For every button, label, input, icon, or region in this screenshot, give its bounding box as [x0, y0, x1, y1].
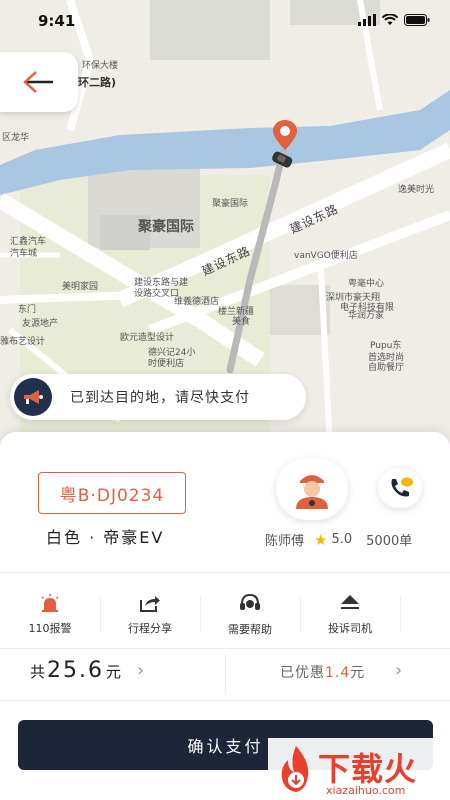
- status-bar: 9:41: [0, 0, 450, 44]
- arrived-text: 已到达目的地，请尽快支付: [70, 390, 250, 406]
- map-label: 东门: [18, 305, 37, 315]
- divider: [0, 700, 450, 701]
- map-label: 聚豪国际: [212, 199, 249, 209]
- action-label: 需要帮助: [228, 623, 272, 636]
- driver-orders: 5000单: [366, 534, 413, 549]
- phone-icon: [391, 477, 413, 497]
- discount-unit: 元: [350, 665, 366, 681]
- total-fare-button[interactable]: 共 25.6 元: [30, 658, 121, 683]
- action-alarm-button[interactable]: 110报警: [0, 584, 100, 646]
- map-label: 美食: [232, 317, 251, 327]
- action-label: 110报警: [28, 622, 72, 635]
- license-plate: 粤B·DJ0234: [38, 472, 186, 514]
- map-label: 自助餐厅: [368, 363, 405, 373]
- driver-avatar-icon: [296, 475, 328, 509]
- back-arrow-icon: [23, 71, 53, 93]
- headset-icon: [240, 593, 260, 610]
- battery-icon: [404, 14, 430, 26]
- fare-amount: 25.6: [47, 658, 104, 683]
- driver-rating: 5.0: [331, 532, 353, 547]
- map-label: 时便利店: [148, 359, 185, 369]
- status-icons: [358, 14, 430, 26]
- megaphone-icon: [14, 378, 52, 416]
- status-time: 9:41: [38, 12, 76, 30]
- star-icon: ★: [314, 530, 328, 549]
- complaint-icon: [341, 595, 359, 609]
- discount-prefix: 已优惠: [280, 665, 325, 681]
- back-button[interactable]: [0, 52, 78, 112]
- discount-amount: 1.4: [325, 665, 351, 681]
- action-help-button[interactable]: 需要帮助: [200, 584, 300, 646]
- map-label: 粤毫中心: [348, 279, 385, 289]
- action-label: 投诉司机: [328, 622, 372, 635]
- action-bar: 110报警 行程分享 需要帮助 投诉司机: [0, 584, 450, 646]
- map-label: 友源地产: [22, 319, 59, 329]
- fare-row: 共 25.6 元 › 已优惠 1.4 元 ›: [0, 648, 450, 698]
- call-driver-button[interactable]: [378, 468, 422, 508]
- flame-logo-icon: [281, 746, 309, 792]
- map-label: vanVGO便利店: [294, 251, 358, 261]
- map-label: 环二路): [78, 76, 117, 89]
- chevron-right-icon[interactable]: ›: [395, 660, 402, 681]
- map-label: 区龙华: [2, 133, 30, 143]
- signal-icon: [358, 14, 376, 26]
- share-icon: [140, 596, 160, 612]
- fare-prefix: 共: [30, 663, 46, 681]
- alarm-icon: [41, 594, 59, 612]
- map-label: 美明家园: [62, 282, 99, 292]
- fare-unit: 元: [106, 663, 122, 681]
- watermark: 下载火 xiazaihuo.com: [268, 738, 450, 800]
- car-model: 白色 · 帝豪EV: [46, 528, 165, 547]
- car-marker-icon: [272, 151, 293, 168]
- action-label: 行程分享: [128, 622, 172, 635]
- action-complaint-button[interactable]: 投诉司机: [300, 584, 400, 646]
- wifi-icon: [382, 14, 398, 25]
- map-label: 聚豪国际: [138, 219, 194, 235]
- driver-name: 陈师傅: [265, 534, 305, 549]
- divider: [0, 572, 450, 573]
- chevron-right-icon[interactable]: ›: [137, 660, 144, 681]
- map-label: 欧元造型设计: [120, 333, 175, 343]
- driver-avatar[interactable]: [276, 458, 348, 520]
- driver-info: 陈师傅 ★ 5.0 5000单: [265, 530, 413, 550]
- discount-button[interactable]: 已优惠 1.4 元: [280, 662, 365, 682]
- watermark-url: xiazaihuo.com: [326, 784, 406, 797]
- map-label: 设路交叉口: [134, 289, 180, 299]
- map-label: 逸美时光: [398, 185, 435, 195]
- action-spacer: [400, 584, 450, 646]
- action-share-button[interactable]: 行程分享: [100, 584, 200, 646]
- fare-divider: [225, 654, 226, 694]
- map-label: 汽车城: [10, 249, 38, 259]
- map-label: 雅布艺设计: [0, 337, 46, 347]
- map-label: 维義德酒店: [174, 297, 220, 307]
- map-label: 华润万家: [348, 311, 385, 321]
- arrived-banner: 已到达目的地，请尽快支付: [10, 374, 306, 420]
- map-label: 环保大楼: [82, 61, 119, 71]
